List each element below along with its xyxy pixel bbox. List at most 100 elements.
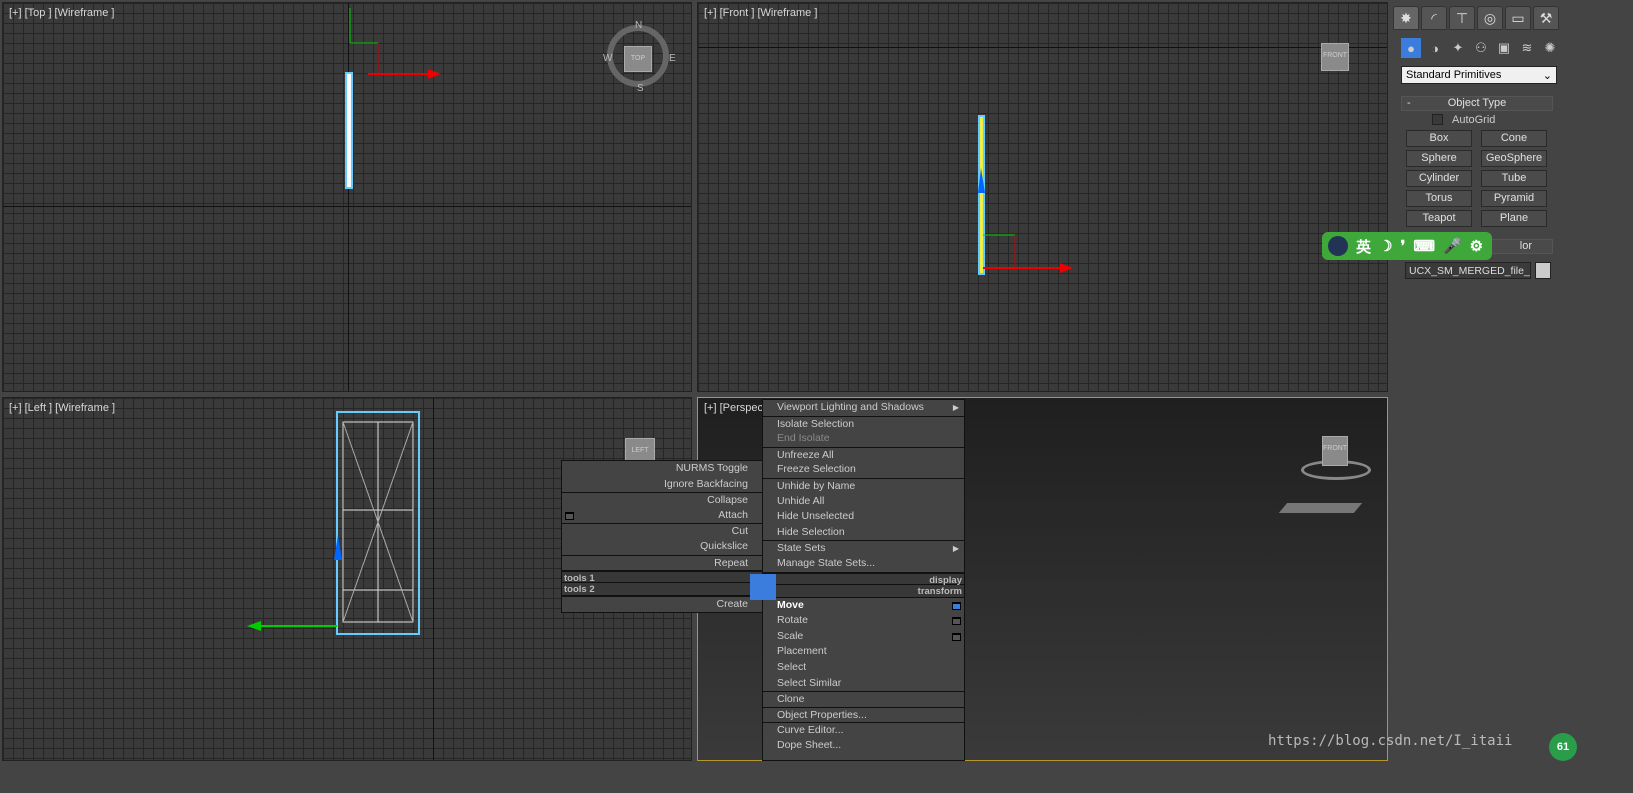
menu-item[interactable]: Select <box>763 660 964 676</box>
menu-item-label: Unhide All <box>777 494 825 507</box>
punctuation-icon[interactable]: ❜ <box>1400 237 1405 255</box>
menu-item[interactable]: Select Similar <box>763 676 964 692</box>
create-cone-button[interactable]: Cone <box>1481 130 1547 147</box>
create-teapot-button[interactable]: Teapot <box>1406 210 1472 227</box>
ime-toolbar[interactable]: 英 ☽ ❜ ⌨ 🎤 ⚙ <box>1322 232 1492 260</box>
create-plane-button[interactable]: Plane <box>1481 210 1547 227</box>
quad-tools1-indicator[interactable] <box>750 574 763 587</box>
menu-item[interactable]: NURMS Toggle <box>562 461 762 477</box>
menu-item[interactable]: Unhide by Name <box>763 477 964 494</box>
moon-icon[interactable]: ☽ <box>1379 237 1392 255</box>
menu-item[interactable]: Manage State Sets... <box>763 556 964 572</box>
menu-item[interactable]: Hide Selection <box>763 525 964 541</box>
menu-item[interactable]: Collapse <box>562 492 762 508</box>
viewport-label[interactable]: [+] [Front ] [Wireframe ] <box>704 7 817 19</box>
ime-logo-icon[interactable] <box>1328 236 1348 256</box>
viewport-label[interactable]: [+] [Top ] [Wireframe ] <box>9 7 114 19</box>
menu-item[interactable]: Attach <box>562 508 762 524</box>
ground-plane-object[interactable] <box>1278 503 1363 513</box>
quad-display-indicator[interactable] <box>763 574 776 587</box>
door-object-front[interactable] <box>968 113 1088 283</box>
menu-item[interactable]: Quickslice <box>562 539 762 555</box>
door-object-left[interactable] <box>233 410 423 640</box>
menu-item[interactable]: Curve Editor... <box>763 722 964 738</box>
object-name-input[interactable]: UCX_SM_MERGED_file_5_ <box>1405 262 1531 279</box>
create-sphere-button[interactable]: Sphere <box>1406 150 1472 167</box>
modify-tab-icon[interactable]: ◜ <box>1421 6 1447 30</box>
options-box-icon[interactable] <box>565 511 574 520</box>
menu-item[interactable]: Placement <box>763 644 964 660</box>
viewport-label[interactable]: [+] [Perspec <box>704 402 763 414</box>
geometry-icon[interactable]: ● <box>1401 38 1421 58</box>
create-tube-button[interactable]: Tube <box>1481 170 1547 187</box>
menu-item[interactable]: Object Properties... <box>763 706 964 723</box>
lights-icon[interactable]: ✦ <box>1448 38 1468 58</box>
object-color-swatch[interactable] <box>1535 262 1551 279</box>
display-tab-icon[interactable]: ▭ <box>1505 6 1531 30</box>
create-box-button[interactable]: Box <box>1406 130 1472 147</box>
shapes-icon[interactable]: ◑ <box>1425 38 1445 58</box>
motion-tab-icon[interactable]: ◎ <box>1477 6 1503 30</box>
systems-icon[interactable]: ✺ <box>1540 38 1560 58</box>
menu-item[interactable]: Dope Sheet... <box>763 738 964 754</box>
menu-item[interactable]: Unfreeze All <box>763 446 964 463</box>
category-dropdown[interactable]: Standard Primitives ⌄ <box>1401 66 1557 84</box>
menu-item[interactable]: Clone <box>763 691 964 707</box>
quad-tools2-indicator[interactable] <box>750 587 763 600</box>
menu-item-label: Hide Selection <box>777 525 845 538</box>
menu-item[interactable]: Repeat <box>562 554 762 571</box>
options-box-icon[interactable] <box>952 601 961 610</box>
ime-lang-icon[interactable]: 英 <box>1356 236 1371 257</box>
keyboard-icon[interactable]: ⌨ <box>1413 237 1435 255</box>
viewcube[interactable]: FRONT <box>1321 43 1349 71</box>
collapse-toggle[interactable]: - <box>1407 97 1411 109</box>
quad-transform-indicator[interactable] <box>763 587 776 600</box>
menu-item-label: Create <box>716 598 748 611</box>
create-torus-button[interactable]: Torus <box>1406 190 1472 207</box>
menu-item[interactable]: Viewport Lighting and Shadows ▶ <box>763 400 964 416</box>
create-tab-icon[interactable]: ✸ <box>1393 6 1419 30</box>
menu-item[interactable]: Unhide All <box>763 494 964 510</box>
menu-item-label: Isolate Selection <box>777 417 855 430</box>
door-object-top[interactable] <box>333 3 463 193</box>
compass-s: S <box>637 83 644 94</box>
settings-icon[interactable]: ⚙ <box>1470 237 1483 255</box>
menu-item-label: NURMS Toggle <box>675 462 748 474</box>
menu-item-label: Cut <box>731 525 748 538</box>
object-type-rollout-header[interactable]: - Object Type <box>1401 96 1553 111</box>
cameras-icon[interactable]: ⚇ <box>1471 38 1491 58</box>
helpers-icon[interactable]: ▣ <box>1494 38 1514 58</box>
viewport-label[interactable]: [+] [Left ] [Wireframe ] <box>9 402 115 414</box>
microphone-icon[interactable]: 🎤 <box>1443 237 1462 255</box>
viewport-front[interactable]: [+] [Front ] [Wireframe ] FRONT <box>697 2 1388 392</box>
menu-item-label: Hide Unselected <box>777 510 855 523</box>
menu-item[interactable]: Create <box>562 596 762 612</box>
viewport-top[interactable]: [+] [Top ] [Wireframe ] TOP N E S W <box>2 2 692 392</box>
menu-item[interactable]: Hide Unselected <box>763 509 964 525</box>
options-box-icon[interactable] <box>952 617 961 626</box>
menu-item-label: Dope Sheet... <box>777 738 842 751</box>
menu-item[interactable]: Move <box>763 598 964 614</box>
spacewarps-icon[interactable]: ≋ <box>1517 38 1537 58</box>
hierarchy-tab-icon[interactable]: ⊤ <box>1449 6 1475 30</box>
menu-item[interactable]: End Isolate <box>763 431 964 447</box>
viewcube[interactable]: FRONT <box>1322 436 1348 466</box>
menu-item[interactable]: Scale <box>763 629 964 645</box>
create-pyramid-button[interactable]: Pyramid <box>1481 190 1547 207</box>
utilities-tab-icon[interactable]: ⚒ <box>1533 6 1559 30</box>
menu-item[interactable]: State Sets ▶ <box>763 540 964 556</box>
compass-w: W <box>603 53 613 64</box>
menu-item[interactable]: Isolate Selection <box>763 415 964 432</box>
autogrid-checkbox[interactable] <box>1432 114 1443 125</box>
menu-item[interactable]: Freeze Selection <box>763 462 964 478</box>
command-panel: ✸ ◜ ⊤ ◎ ▭ ⚒ ● ◑ ✦ ⚇ ▣ ≋ ✺ Standard Primi… <box>1390 0 1566 793</box>
viewcube[interactable]: TOP <box>624 46 652 72</box>
menu-item[interactable]: Cut <box>562 523 762 539</box>
options-box-icon[interactable] <box>952 632 961 641</box>
create-geosphere-button[interactable]: GeoSphere <box>1481 150 1547 167</box>
create-cylinder-button[interactable]: Cylinder <box>1406 170 1472 187</box>
menu-item-label: Unhide by Name <box>777 479 856 492</box>
menu-item-label: tools 2 <box>564 584 595 596</box>
menu-item[interactable]: Rotate <box>763 613 964 629</box>
menu-item[interactable]: Ignore Backfacing <box>562 477 762 493</box>
